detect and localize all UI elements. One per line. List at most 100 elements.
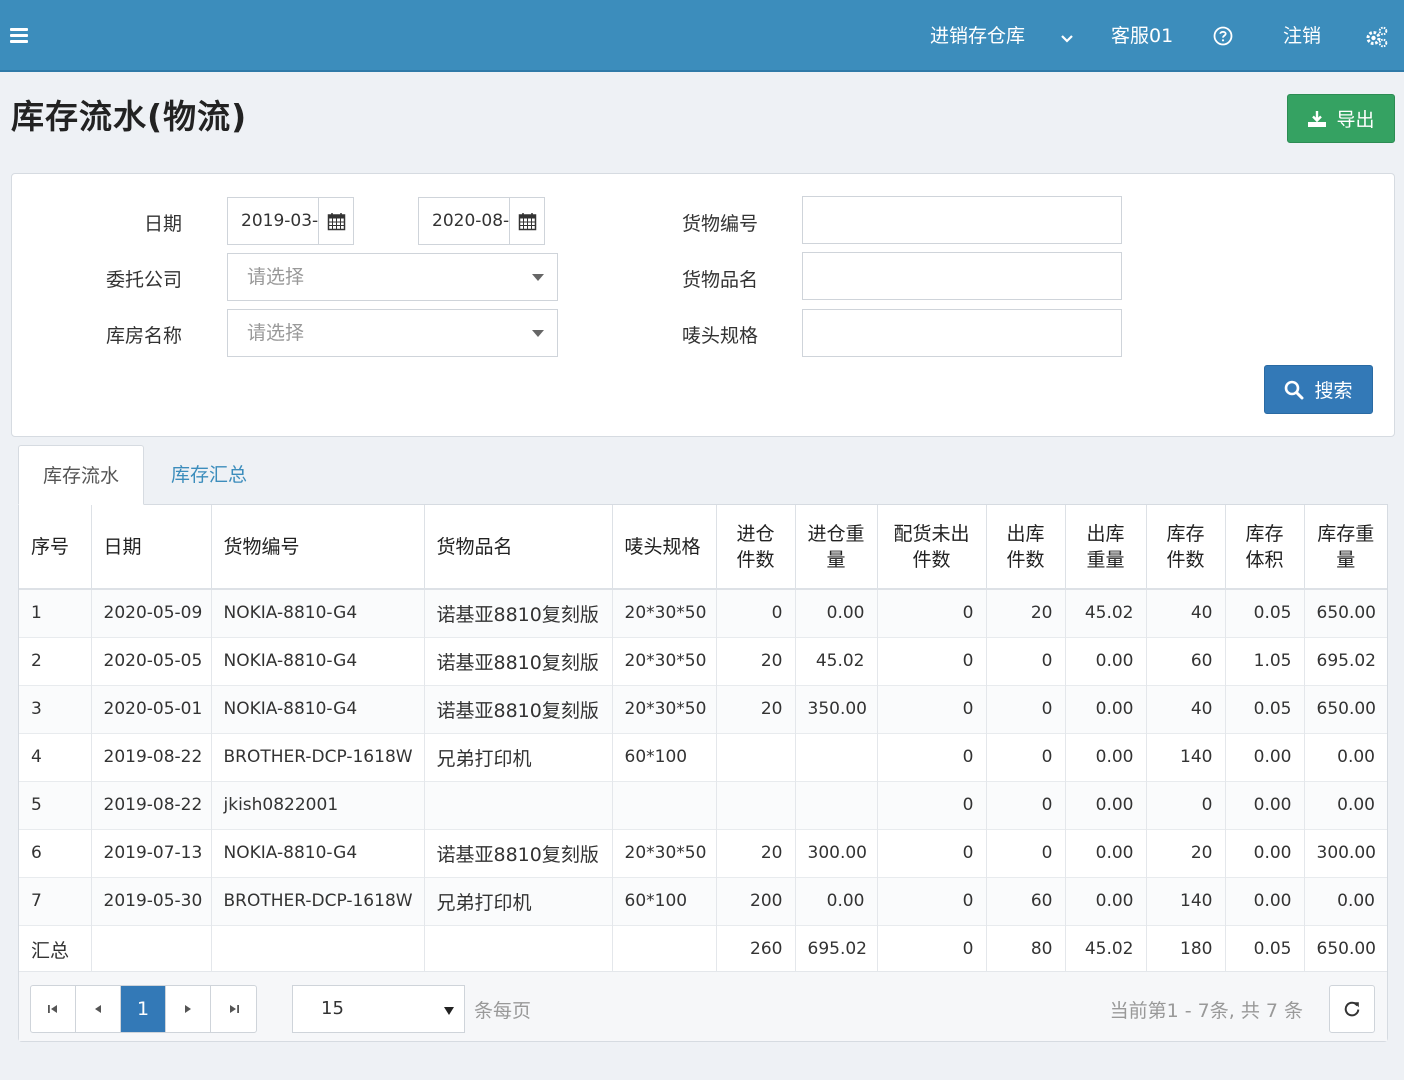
table-row[interactable]: 1 2020-05-09 NOKIA-8810-G4 诺基亚8810复刻版 20*30*… [19, 588, 1387, 637]
summary-cell: 650.00 [1304, 924, 1387, 973]
summary-cell: 180 [1146, 924, 1226, 973]
calendar-icon[interactable] [318, 198, 353, 244]
caret-down-icon [532, 274, 544, 281]
help-icon[interactable] [1213, 26, 1233, 46]
table-cell: 0.00 [1225, 876, 1305, 925]
table-cell: 20*30*50 [612, 636, 717, 685]
table-row[interactable]: 5 2019-08-22 jkish0822001 0 0 0.00 0 0.00 0.00 [19, 780, 1387, 829]
column-header[interactable]: 库存体积 [1225, 505, 1305, 590]
table-row[interactable]: 4 2019-08-22 BROTHER-DCP-1618W 兄弟打印机 60*100 0… [19, 732, 1387, 781]
page-info: 当前第1 - 7条, 共 7 条 [1109, 1000, 1303, 1022]
table-cell: 140 [1146, 732, 1226, 781]
table-panel: 序号 日期 货物编号 货物品名 唛头规格 进仓件数 进仓重量 配货未出件数 出库… [18, 504, 1388, 1042]
column-header[interactable]: 库存件数 [1146, 505, 1226, 590]
caret-down-icon [532, 330, 544, 337]
calendar-icon[interactable] [509, 198, 544, 244]
column-header[interactable]: 出库件数 [986, 505, 1066, 590]
column-header[interactable]: 进仓件数 [716, 505, 796, 590]
table-cell: 0.00 [1065, 828, 1147, 877]
table-cell: 0 [877, 588, 987, 637]
table-cell: 0 [877, 780, 987, 829]
column-header[interactable]: 配货未出件数 [877, 505, 987, 590]
summary-row[interactable]: 汇总 260 695.02 0 80 45.02 180 0.05 650.00 [19, 924, 1387, 973]
table-cell: 20 [716, 828, 796, 877]
table-cell: 45.02 [795, 636, 878, 685]
table-cell: 0.00 [1065, 876, 1147, 925]
table-cell: 20 [716, 684, 796, 733]
chevron-down-icon[interactable] [1060, 29, 1074, 43]
date-to-input[interactable]: 2020-08-21 [418, 197, 545, 245]
column-header[interactable]: 货物编号 [211, 505, 425, 590]
goods-name-input[interactable] [802, 252, 1122, 300]
refresh-icon [1344, 1001, 1360, 1017]
table-cell: 5 [19, 780, 92, 829]
table-row[interactable]: 7 2019-05-30 BROTHER-DCP-1618W 兄弟打印机 60*100 2… [19, 876, 1387, 925]
table-cell: 0 [986, 636, 1066, 685]
column-header[interactable]: 序号 [19, 505, 92, 590]
summary-cell: 260 [716, 924, 796, 973]
prev-page-button[interactable] [76, 986, 121, 1032]
table-cell: 60 [1146, 636, 1226, 685]
table-cell: BROTHER-DCP-1618W [211, 732, 425, 781]
table-cell: 200 [716, 876, 796, 925]
table-cell: 2020-05-09 [91, 588, 212, 637]
table-cell: 6 [19, 828, 92, 877]
table-cell: 40 [1146, 684, 1226, 733]
settings-gear-icon[interactable] [1365, 25, 1389, 49]
table-cell: 0 [877, 684, 987, 733]
table-cell: 0 [986, 732, 1066, 781]
menu-toggle-icon[interactable] [10, 28, 28, 44]
table-cell: 350.00 [795, 684, 878, 733]
last-page-button[interactable] [211, 986, 256, 1032]
table-cell: 诺基亚8810复刻版 [424, 636, 613, 685]
table-body: 1 2020-05-09 NOKIA-8810-G4 诺基亚8810复刻版 20*30*… [19, 588, 1387, 973]
table-row[interactable]: 6 2019-07-13 NOKIA-8810-G4 诺基亚8810复刻版 20*30*… [19, 828, 1387, 877]
table-row[interactable]: 3 2020-05-01 NOKIA-8810-G4 诺基亚8810复刻版 20*30*… [19, 684, 1387, 733]
filter-panel: 日期 2019-03-01 2020-08-21 委托公司 请选择 库房名称 请… [11, 173, 1395, 437]
column-header[interactable]: 唛头规格 [612, 505, 717, 590]
warehouse-switcher[interactable]: 进销存仓库 [930, 0, 1025, 72]
next-page-icon [185, 1005, 191, 1013]
tab-inventory-summary[interactable]: 库存汇总 [171, 445, 247, 505]
column-header[interactable]: 货物品名 [424, 505, 613, 590]
table-cell: 300.00 [1304, 828, 1387, 877]
client-select[interactable]: 请选择 [227, 253, 558, 301]
mark-spec-input[interactable] [802, 309, 1122, 357]
column-header[interactable]: 出库重量 [1065, 505, 1147, 590]
next-page-button[interactable] [166, 986, 211, 1032]
summary-cell [612, 924, 717, 973]
date-from-input[interactable]: 2019-03-01 [227, 197, 354, 245]
table-cell: 2 [19, 636, 92, 685]
search-icon [1285, 380, 1304, 399]
export-button[interactable]: 导出 [1287, 94, 1395, 143]
table-row[interactable]: 2 2020-05-05 NOKIA-8810-G4 诺基亚8810复刻版 20*30*… [19, 636, 1387, 685]
table-cell: 0.00 [1065, 780, 1147, 829]
per-page-label: 条每页 [474, 1000, 532, 1022]
page-number-button[interactable]: 1 [121, 986, 166, 1032]
table-cell [424, 780, 613, 829]
table-cell: 诺基亚8810复刻版 [424, 828, 613, 877]
table-cell: 650.00 [1304, 588, 1387, 637]
goods-code-input[interactable] [802, 196, 1122, 244]
table-cell: 0 [986, 828, 1066, 877]
table-cell: 0 [877, 828, 987, 877]
summary-cell: 45.02 [1065, 924, 1147, 973]
column-header[interactable]: 进仓重量 [795, 505, 878, 590]
first-page-button[interactable] [31, 986, 76, 1032]
warehouse-select[interactable]: 请选择 [227, 309, 558, 357]
caret-down-icon [444, 1007, 454, 1015]
search-button[interactable]: 搜索 [1264, 365, 1373, 414]
table-cell: 4 [19, 732, 92, 781]
logout-link[interactable]: 注销 [1283, 0, 1321, 72]
column-header[interactable]: 库存重量 [1304, 505, 1387, 590]
column-header[interactable]: 日期 [91, 505, 212, 590]
user-name[interactable]: 客服01 [1111, 0, 1173, 72]
page-size-select[interactable]: 15 [292, 985, 465, 1033]
tab-inventory-flow[interactable]: 库存流水 [18, 445, 144, 505]
summary-cell: 汇总 [19, 924, 92, 973]
table-cell: 0.00 [795, 588, 878, 637]
table-cell: 2019-07-13 [91, 828, 212, 877]
page-title: 库存流水(物流) [11, 97, 248, 136]
summary-cell [211, 924, 425, 973]
refresh-button[interactable] [1329, 985, 1375, 1033]
